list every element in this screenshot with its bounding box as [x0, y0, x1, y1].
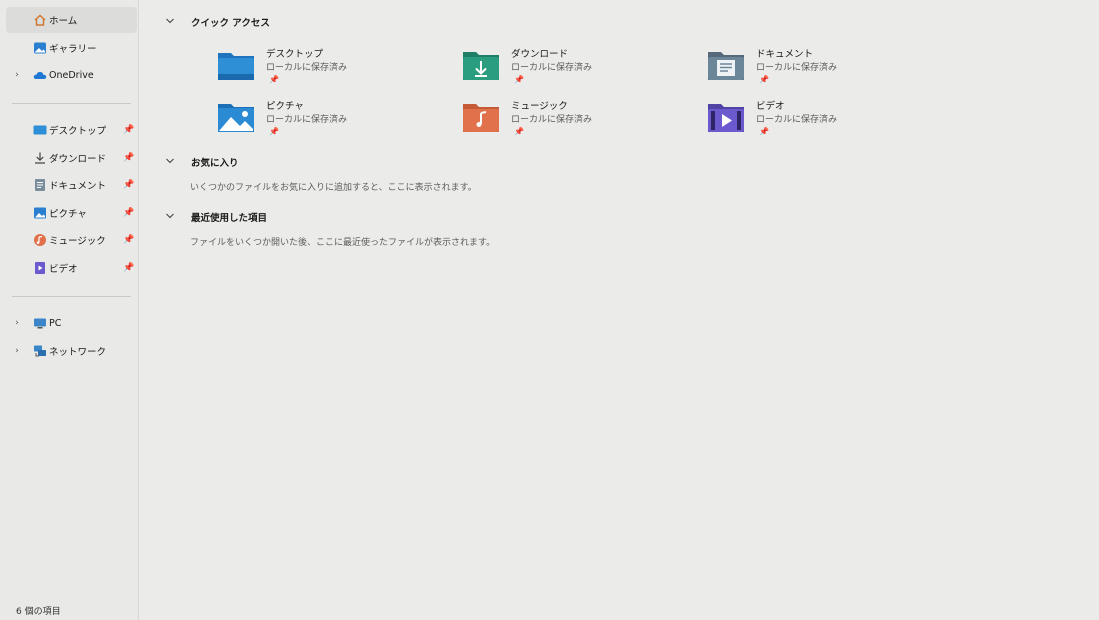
- home-icon: [33, 13, 47, 27]
- section-title: お気に入り: [191, 158, 239, 169]
- music-folder-icon: [462, 98, 500, 136]
- pin-icon: 📌: [759, 75, 769, 84]
- chevron-down-icon[interactable]: [165, 211, 179, 224]
- sidebar-item-onedrive[interactable]: › OneDrive: [6, 62, 137, 88]
- chevron-right-icon[interactable]: ›: [12, 318, 22, 328]
- quick-access-item-desktop[interactable]: デスクトップ ローカルに保存済み 📌: [217, 46, 417, 96]
- sidebar-item-label: デスクトップ: [49, 126, 107, 137]
- sidebar-item-network[interactable]: › ネットワーク: [6, 338, 137, 364]
- favorites-empty-message: いくつかのファイルをお気に入りに追加すると、ここに表示されます。: [190, 183, 477, 193]
- item-name: ドキュメント: [756, 49, 814, 60]
- sidebar-item-label: ネットワーク: [49, 347, 107, 358]
- item-name: ミュージック: [511, 101, 568, 112]
- sidebar-item-label: ギャラリー: [49, 44, 97, 55]
- sidebar-item-label: ピクチャ: [49, 209, 87, 220]
- sidebar-item-label: ホーム: [49, 16, 78, 27]
- pin-icon: 📌: [514, 127, 524, 136]
- gallery-icon: [33, 41, 47, 55]
- item-status: ローカルに保存済み: [756, 63, 838, 73]
- download-folder-icon: [462, 46, 500, 84]
- status-item-count: 6 個の項目: [16, 607, 61, 617]
- sidebar-item-label: ビデオ: [49, 264, 78, 275]
- computer-icon: [33, 316, 47, 330]
- sidebar-item-label: PC: [49, 317, 62, 329]
- pin-icon[interactable]: 📌: [123, 235, 134, 245]
- item-status: ローカルに保存済み: [511, 63, 593, 73]
- divider: [12, 103, 131, 104]
- item-status: ローカルに保存済み: [756, 115, 838, 125]
- quick-access-item-videos[interactable]: ビデオ ローカルに保存済み 📌: [707, 98, 907, 148]
- pin-icon: 📌: [269, 75, 279, 84]
- sidebar-item-downloads[interactable]: ダウンロード 📌: [6, 145, 137, 171]
- item-status: ローカルに保存済み: [266, 115, 348, 125]
- section-quick-access[interactable]: クイック アクセス: [165, 14, 270, 30]
- chevron-down-icon[interactable]: [165, 156, 179, 169]
- sidebar-item-videos[interactable]: ビデオ 📌: [6, 255, 137, 281]
- document-folder-icon: [707, 46, 745, 84]
- pin-icon: 📌: [759, 127, 769, 136]
- sidebar-item-label: ダウンロード: [49, 154, 107, 165]
- cloud-icon: [33, 68, 47, 82]
- section-title: クイック アクセス: [191, 18, 270, 29]
- sidebar-item-gallery[interactable]: ギャラリー: [6, 35, 137, 61]
- quick-access-item-pictures[interactable]: ピクチャ ローカルに保存済み 📌: [217, 98, 417, 148]
- network-icon: [33, 344, 47, 358]
- sidebar-item-label: OneDrive: [49, 69, 94, 81]
- sidebar-item-music[interactable]: ミュージック 📌: [6, 227, 137, 253]
- quick-access-item-downloads[interactable]: ダウンロード ローカルに保存済み 📌: [462, 46, 662, 96]
- content-pane: クイック アクセス デスクトップ ローカルに保存済み 📌 ダウンロード ローカル…: [139, 0, 1099, 620]
- pin-icon[interactable]: 📌: [123, 208, 134, 218]
- recent-empty-message: ファイルをいくつか開いた後、ここに最近使ったファイルが表示されます。: [190, 238, 496, 248]
- chevron-right-icon[interactable]: ›: [12, 70, 22, 80]
- pictures-folder-icon: [217, 98, 255, 136]
- sidebar-item-label: ドキュメント: [49, 181, 107, 192]
- desktop-folder-icon: [217, 46, 255, 84]
- pin-icon[interactable]: 📌: [123, 153, 134, 163]
- video-folder-icon: [707, 98, 745, 136]
- chevron-right-icon[interactable]: ›: [12, 346, 22, 356]
- pictures-icon: [33, 206, 47, 220]
- item-status: ローカルに保存済み: [266, 63, 348, 73]
- item-name: デスクトップ: [266, 49, 324, 60]
- section-recent[interactable]: 最近使用した項目: [165, 209, 267, 225]
- pin-icon[interactable]: 📌: [123, 125, 134, 135]
- desktop-icon: [33, 123, 47, 137]
- item-name: ダウンロード: [511, 49, 569, 60]
- pin-icon[interactable]: 📌: [123, 263, 134, 273]
- item-name: ビデオ: [756, 101, 785, 112]
- video-icon: [33, 261, 47, 275]
- quick-access-item-music[interactable]: ミュージック ローカルに保存済み 📌: [462, 98, 662, 148]
- pin-icon: 📌: [269, 127, 279, 136]
- music-icon: [33, 233, 47, 247]
- item-name: ピクチャ: [266, 101, 304, 112]
- document-icon: [33, 178, 47, 192]
- sidebar-item-pictures[interactable]: ピクチャ 📌: [6, 200, 137, 226]
- section-title: 最近使用した項目: [191, 213, 268, 224]
- sidebar-item-home[interactable]: ホーム: [6, 7, 137, 33]
- sidebar-item-label: ミュージック: [49, 236, 106, 247]
- divider: [12, 296, 131, 297]
- pin-icon: 📌: [514, 75, 524, 84]
- chevron-down-icon[interactable]: [165, 16, 179, 29]
- item-status: ローカルに保存済み: [511, 115, 593, 125]
- download-icon: [33, 151, 47, 165]
- navigation-pane: ホーム ギャラリー › OneDrive デスクトップ 📌 ダウンロード 📌 ド…: [0, 0, 139, 620]
- pin-icon[interactable]: 📌: [123, 180, 134, 190]
- sidebar-item-desktop[interactable]: デスクトップ 📌: [6, 117, 137, 143]
- sidebar-item-pc[interactable]: › PC: [6, 310, 137, 336]
- quick-access-item-documents[interactable]: ドキュメント ローカルに保存済み 📌: [707, 46, 907, 96]
- sidebar-item-documents[interactable]: ドキュメント 📌: [6, 172, 137, 198]
- section-favorites[interactable]: お気に入り: [165, 154, 239, 170]
